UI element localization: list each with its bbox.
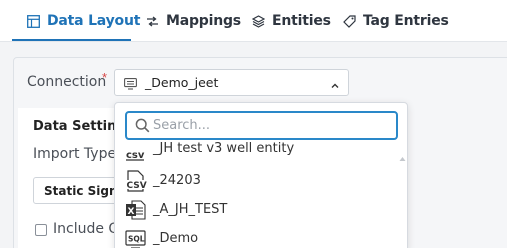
csv-file-icon: CSV — [125, 170, 147, 192]
tab-label: Entities — [272, 13, 331, 29]
import-type-label: Import Type — [33, 146, 117, 162]
tab-tag-entries[interactable]: Tag Entries — [342, 0, 449, 42]
chevron-up-icon — [330, 78, 340, 88]
search-icon — [135, 118, 150, 133]
connection-value: _Demo_jeet — [145, 75, 219, 90]
option-label: _A_JH_TEST — [153, 202, 228, 217]
csv-file-icon: csv — [125, 142, 147, 164]
layers-icon — [251, 14, 265, 28]
tab-entities[interactable]: Entities — [251, 0, 331, 42]
option-label: _Demo — [153, 231, 199, 246]
connection-label: Connection — [27, 74, 107, 90]
option-item[interactable]: SQL _Demo — [115, 224, 399, 248]
svg-text:csv: csv — [126, 150, 145, 161]
active-tab-indicator — [12, 39, 131, 41]
connection-dropdown: csv _JH test v3 well entity CSV _24203 X… — [114, 102, 408, 248]
tab-label: Tag Entries — [363, 13, 449, 29]
tab-bar: Data Layout Mappings Entities Tag Entrie… — [0, 0, 507, 42]
required-mark: * — [102, 70, 108, 85]
option-item[interactable]: X _A_JH_TEST — [115, 195, 399, 224]
database-icon — [124, 77, 137, 90]
tab-mappings[interactable]: Mappings — [145, 0, 241, 42]
option-list: csv _JH test v3 well entity CSV _24203 X… — [115, 139, 399, 248]
option-item[interactable]: CSV _24203 — [115, 166, 399, 195]
connection-select[interactable]: _Demo_jeet — [114, 69, 349, 96]
option-label: _JH test v3 well entity — [153, 141, 295, 156]
dropdown-search[interactable] — [125, 111, 398, 140]
include-checkbox[interactable] — [35, 224, 47, 236]
table-icon — [26, 14, 40, 28]
mapping-icon — [145, 14, 159, 28]
dropdown-scrollbar[interactable] — [399, 149, 406, 248]
search-input[interactable] — [153, 116, 388, 135]
tab-label: Data Layout — [47, 13, 141, 29]
tab-data-layout[interactable]: Data Layout — [26, 0, 140, 42]
sql-file-icon: SQL — [125, 228, 147, 248]
tab-label: Mappings — [166, 13, 241, 29]
option-label: _24203 — [153, 173, 201, 188]
tag-icon — [342, 14, 356, 28]
svg-text:X: X — [128, 207, 135, 217]
svg-text:SQL: SQL — [128, 235, 145, 244]
scroll-up-arrow-icon[interactable] — [399, 149, 406, 161]
excel-file-icon: X — [125, 199, 147, 221]
svg-text:CSV: CSV — [127, 181, 147, 191]
option-item[interactable]: csv _JH test v3 well entity — [115, 139, 399, 167]
